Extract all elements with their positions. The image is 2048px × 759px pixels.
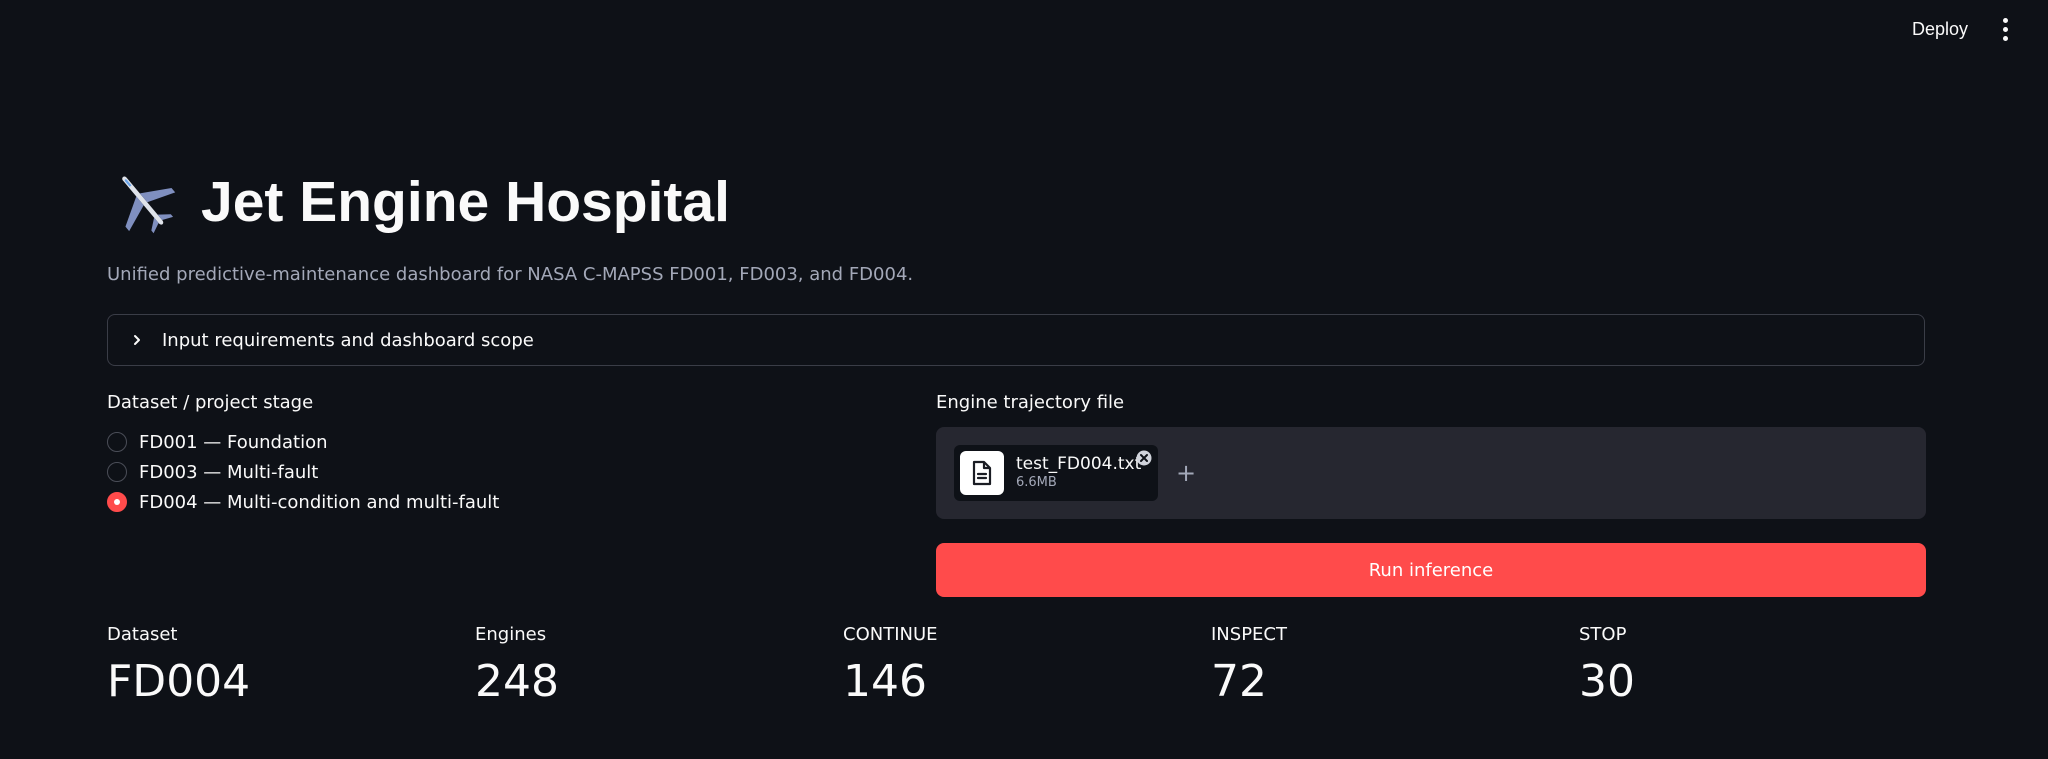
radio-option-fd003[interactable]: FD003 — Multi-fault [107,457,499,487]
metric-value: FD004 [107,656,251,707]
remove-file-icon[interactable] [1136,450,1152,466]
deploy-button[interactable]: Deploy [1904,16,1976,42]
radio-option-label: FD001 — Foundation [139,431,328,453]
metric-inspect: INSPECT 72 [1211,624,1579,709]
file-dropzone[interactable]: test_FD004.txt 6.6MB + [936,427,1926,519]
file-icon [960,451,1004,495]
airplane-icon [122,176,176,234]
metric-continue: CONTINUE 146 [843,624,1211,709]
metrics-row: Dataset FD004 Engines 248 CONTINUE 146 I… [107,624,1947,709]
metric-value: 146 [843,656,927,707]
radio-option-label: FD003 — Multi-fault [139,461,319,483]
metric-value: 30 [1579,656,1635,707]
dataset-radio-label: Dataset / project stage [107,392,314,413]
metric-label: INSPECT [1211,624,1287,645]
menu-dot [2002,26,2008,32]
chevron-right-icon [134,335,140,345]
radio-option-label: FD004 — Multi-condition and multi-fault [139,491,500,513]
radio-button-selected[interactable] [107,492,127,512]
menu-dot [2002,17,2008,23]
radio-button[interactable] [107,432,127,452]
metric-value: 248 [475,656,559,707]
radio-option-fd004[interactable]: FD004 — Multi-condition and multi-fault [107,487,499,517]
file-uploader: Engine trajectory file test_FD004.txt 6.… [936,392,1926,519]
metric-label: Engines [475,624,547,645]
metric-engines: Engines 248 [475,624,843,709]
menu-dot [2002,35,2008,41]
vertical-dots-icon[interactable] [1992,14,2018,44]
metric-label: STOP [1579,624,1627,645]
expander-label: Input requirements and dashboard scope [162,329,534,351]
top-toolbar: Deploy [0,0,2048,58]
page-subtitle: Unified predictive-maintenance dashboard… [107,264,914,285]
page-title: Jet Engine Hospital [201,170,730,234]
metric-dataset: Dataset FD004 [107,624,475,709]
run-inference-button[interactable]: Run inference [936,543,1926,597]
uploader-label: Engine trajectory file [936,392,1125,413]
metric-label: Dataset [107,624,178,645]
add-file-button[interactable]: + [1176,461,1196,485]
file-size: 6.6MB [1016,475,1057,490]
file-meta: test_FD004.txt 6.6MB [1016,454,1141,492]
metric-stop: STOP 30 [1579,624,1947,709]
radio-option-fd001[interactable]: FD001 — Foundation [107,427,499,457]
page-title-row: Jet Engine Hospital [107,160,730,244]
radio-button[interactable] [107,462,127,482]
metric-label: CONTINUE [843,624,938,645]
file-name: test_FD004.txt [1016,454,1142,474]
uploaded-file-chip: test_FD004.txt 6.6MB [954,445,1158,501]
input-requirements-expander[interactable]: Input requirements and dashboard scope [107,314,1925,366]
document-icon [972,460,992,486]
dataset-radio-group: Dataset / project stage FD001 — Foundati… [107,392,499,517]
metric-value: 72 [1211,656,1267,707]
